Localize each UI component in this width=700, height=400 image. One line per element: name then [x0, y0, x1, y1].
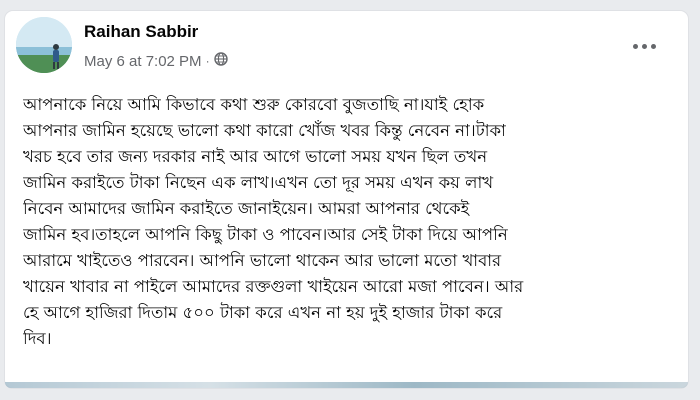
more-dot [641, 43, 647, 49]
post-line: জামিন হব।তাহলে আপনি কিছু টাকা ও পাবেন।আর… [23, 225, 508, 244]
post-line: আরামে খাইতেও পারবেন। আপনি ভালো থাকেন আর … [23, 251, 502, 270]
post-line: আপনার জামিন হয়েছে ভালো কথা কারো খোঁজ খব… [23, 121, 506, 140]
post-line: হে আগে হাজিরা দিতাম ৫০০ টাকা করে এখন না … [23, 303, 503, 322]
profile-photo-icon [16, 17, 72, 73]
more-dot [650, 43, 656, 49]
post-line: জামিন করাইতে টাকা নিছেন এক লাখ।এখন তো দূ… [23, 173, 494, 192]
post-line: দিব। [23, 329, 52, 348]
attached-image-edge[interactable] [5, 382, 688, 388]
globe-icon[interactable] [213, 52, 228, 70]
avatar[interactable] [16, 17, 72, 73]
post-line: খায়েন খাবার না পাইলে আমাদের রক্তগুলা খা… [23, 277, 524, 296]
more-dot [632, 43, 638, 49]
meta-separator: · [205, 54, 210, 68]
post-timestamp[interactable]: May 6 at 7:02 PM [84, 53, 202, 70]
post-meta: May 6 at 7:02 PM · [84, 52, 228, 70]
post-line: খরচ হবে তার জন্য দরকার নাই আর আগে ভালো স… [23, 147, 488, 166]
post-body: আপনাকে নিয়ে আমি কিভাবে কথা শুরু কোরবো ব… [23, 92, 663, 352]
post-line: আপনাকে নিয়ে আমি কিভাবে কথা শুরু কোরবো ব… [23, 95, 485, 114]
author-name[interactable]: Raihan Sabbir [84, 22, 198, 42]
post-line: নিবেন আমাদের জামিন করাইতে জানাইয়েন। আমর… [23, 199, 470, 218]
more-options-icon[interactable] [626, 36, 662, 56]
